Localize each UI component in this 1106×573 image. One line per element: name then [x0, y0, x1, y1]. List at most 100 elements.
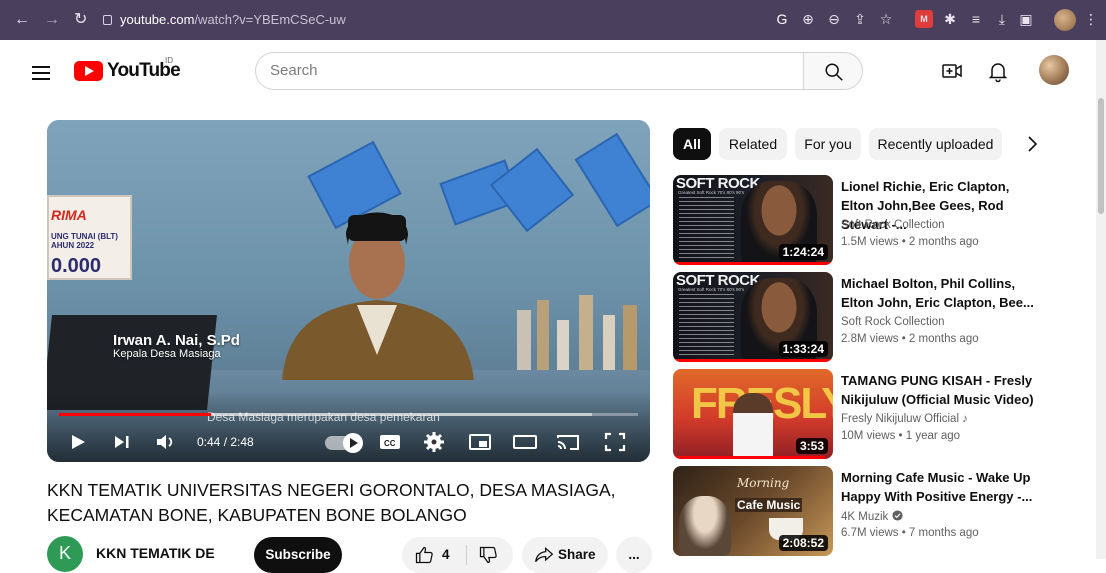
video-duration: 1:33:24: [778, 341, 828, 357]
player-controls: 0:44 / 2:48 CC: [47, 425, 650, 459]
thumbnail-title: Cafe Music: [735, 498, 803, 512]
verified-check-icon: [891, 510, 903, 521]
related-video[interactable]: FRESLY 3:53 TAMANG PUNG KISAH - Fresly N…: [673, 369, 1063, 461]
related-video-channel[interactable]: 4K Muzik: [841, 510, 903, 523]
create-video-icon[interactable]: [940, 59, 964, 83]
related-video-channel[interactable]: Soft Rock Collection: [841, 316, 945, 328]
browser-profile-avatar[interactable]: [1054, 9, 1076, 31]
settings-gear-icon[interactable]: [421, 429, 447, 455]
related-video-title[interactable]: Morning Cafe Music - Wake Up Happy With …: [841, 468, 1037, 506]
video-thumbnail[interactable]: SOFT ROCK Greatest Soft Rock 70's 80's 9…: [673, 272, 833, 362]
thumbnail-tracklist: [679, 294, 734, 356]
chip-related[interactable]: Related: [719, 128, 787, 160]
related-video-meta: 10M views • 1 year ago: [841, 430, 961, 442]
user-avatar[interactable]: [1039, 55, 1069, 85]
video-lower-third: Irwan A. Nai, S.Pd Kepala Desa Masiaga: [113, 332, 240, 360]
share-arrow-icon: [535, 546, 554, 563]
video-thumbnail[interactable]: Morning Cafe Music 2:08:52: [673, 466, 833, 556]
youtube-header: YouTube ID Search: [0, 40, 1096, 100]
overlay-name: Irwan A. Nai, S.Pd: [113, 332, 240, 349]
chip-recently-uploaded[interactable]: Recently uploaded: [869, 128, 1002, 160]
bookmark-star-icon[interactable]: ☆: [877, 10, 895, 28]
related-video-title[interactable]: Michael Bolton, Phil Collins, Elton John…: [841, 274, 1037, 312]
share-label: Share: [558, 547, 596, 562]
menu-icon[interactable]: [32, 66, 50, 80]
video-player[interactable]: RIMA UNG TUNAI (BLT) AHUN 2022 0.000 Irw…: [47, 120, 650, 462]
chip-for-you[interactable]: For you: [795, 128, 861, 160]
browser-toolbar: ← → ↻ youtube.com/watch?v=YBEmCSeC-uw G …: [0, 0, 1106, 40]
video-title: KKN TEMATIK UNIVERSITAS NEGERI GORONTALO…: [47, 480, 616, 525]
related-video-meta: 6.7M views • 7 months ago: [841, 527, 979, 539]
cast-icon[interactable]: [555, 429, 581, 455]
video-duration: 2:08:52: [778, 535, 828, 551]
related-video[interactable]: SOFT ROCK Greatest Soft Rock 70's 80's 9…: [673, 175, 1063, 267]
miniplayer-icon[interactable]: [467, 429, 493, 455]
like-dislike-group: 4: [402, 537, 513, 573]
thumbnail-portrait: [733, 393, 773, 459]
volume-icon[interactable]: [153, 429, 179, 455]
played-fill: [59, 413, 211, 416]
side-panel-icon[interactable]: ▣: [1017, 10, 1035, 28]
related-video-meta: 1.5M views • 2 months ago: [841, 236, 979, 248]
page-scrollbar[interactable]: [1096, 40, 1106, 559]
forward-arrow-icon[interactable]: →: [44, 10, 60, 30]
back-arrow-icon[interactable]: ←: [14, 10, 30, 30]
search-button[interactable]: [803, 52, 863, 90]
search-icon: [825, 63, 843, 81]
fullscreen-icon[interactable]: [602, 429, 628, 455]
more-actions-button[interactable]: ...: [616, 537, 652, 573]
install-app-icon[interactable]: ⊕: [799, 10, 817, 28]
lock-icon: [103, 15, 112, 25]
thumbnail-subtitle: Greatest Soft Rock 70's 80's 90's: [678, 190, 745, 195]
browser-menu-icon[interactable]: ⋮: [1082, 10, 1100, 28]
share-button[interactable]: Share: [522, 537, 608, 573]
autoplay-knob-icon: [343, 433, 363, 453]
time-display: 0:44 / 2:48: [197, 435, 254, 449]
video-duration: 3:53: [795, 438, 828, 454]
youtube-play-logo-icon: [74, 61, 103, 81]
dislike-thumb-icon[interactable]: [478, 545, 498, 565]
google-icon[interactable]: G: [773, 10, 791, 28]
reload-icon[interactable]: ↻: [74, 10, 87, 30]
zoom-icon[interactable]: ⊖: [825, 10, 843, 28]
chip-all[interactable]: All: [673, 128, 711, 160]
channel-label: 4K Muzik: [841, 511, 889, 523]
like-count: 4: [442, 547, 450, 562]
next-video-icon[interactable]: [111, 429, 133, 455]
related-video-channel[interactable]: Soft Rock Collection: [841, 219, 945, 231]
subtitles-icon[interactable]: CC: [377, 429, 403, 455]
watched-progress-bar: [673, 262, 832, 265]
thumbnail-tracklist: [679, 197, 734, 259]
reading-list-icon[interactable]: ≡: [967, 10, 985, 28]
related-video-channel[interactable]: Fresly Nikijuluw Official ♪: [841, 413, 968, 425]
chevron-right-icon[interactable]: [1016, 128, 1048, 160]
notifications-bell-icon[interactable]: [986, 59, 1010, 83]
channel-avatar[interactable]: K: [47, 536, 83, 572]
poster-text-2: UNG TUNAI (BLT) AHUN 2022: [51, 232, 118, 250]
watched-progress-bar: [673, 456, 825, 459]
video-thumbnail[interactable]: FRESLY 3:53: [673, 369, 833, 459]
downloads-icon[interactable]: ⤓: [993, 10, 1011, 28]
share-page-icon[interactable]: ⇪: [851, 10, 869, 28]
video-frame-person: [282, 212, 474, 380]
related-video-title[interactable]: TAMANG PUNG KISAH - Fresly Nikijuluw (Of…: [841, 371, 1037, 409]
related-video[interactable]: Morning Cafe Music 2:08:52 Morning Cafe …: [673, 466, 1063, 558]
play-icon[interactable]: [67, 429, 89, 455]
subscribe-button[interactable]: Subscribe: [254, 537, 342, 573]
poster-text-3: 0.000: [51, 255, 102, 277]
thumbnail-script-text: Morning: [737, 476, 790, 490]
progress-bar[interactable]: [59, 413, 638, 416]
search-input[interactable]: Search: [255, 52, 803, 90]
video-duration: 1:24:24: [778, 244, 828, 260]
url-host: youtube.com: [120, 12, 195, 27]
video-thumbnail[interactable]: SOFT ROCK Greatest Soft Rock 70's 80's 9…: [673, 175, 833, 265]
extension-badge-icon[interactable]: M: [915, 10, 933, 28]
thumbnail-portrait: [679, 496, 731, 556]
like-thumb-icon[interactable]: [414, 545, 434, 565]
theater-mode-icon[interactable]: [511, 429, 539, 455]
scrollbar-thumb[interactable]: [1098, 98, 1104, 214]
related-video[interactable]: SOFT ROCK Greatest Soft Rock 70's 80's 9…: [673, 272, 1063, 364]
extensions-puzzle-icon[interactable]: ✱: [941, 10, 959, 28]
address-bar[interactable]: youtube.com/watch?v=YBEmCSeC-uw: [103, 8, 758, 32]
autoplay-toggle[interactable]: [325, 433, 363, 453]
